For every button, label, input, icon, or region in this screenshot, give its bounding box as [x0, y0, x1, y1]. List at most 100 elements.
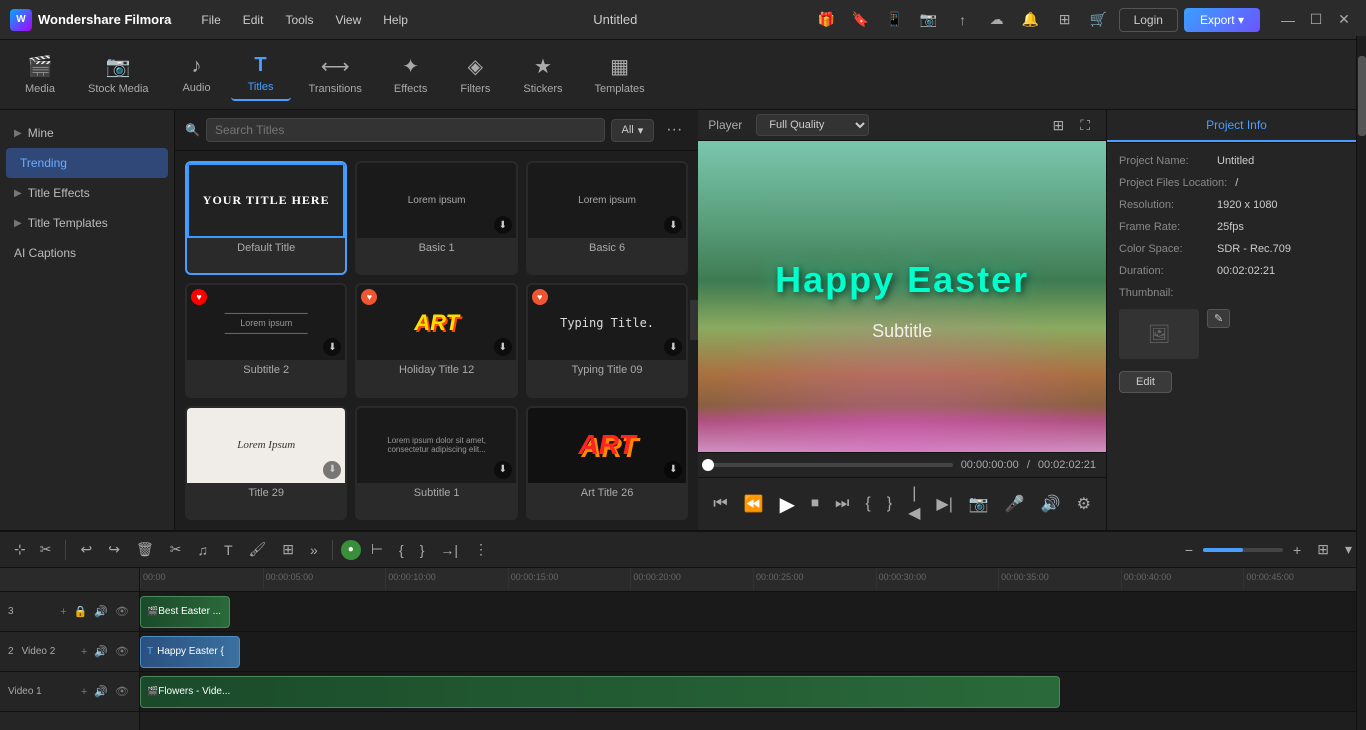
track-1-add-button[interactable]: +: [79, 683, 89, 700]
sidebar-item-mine[interactable]: ▶ Mine: [0, 118, 174, 148]
title-card-subtitle-2[interactable]: ♥ ─────────────Lorem ipsum───────────── …: [185, 283, 347, 397]
camera-icon[interactable]: 📷: [915, 6, 943, 34]
more-options-button[interactable]: ···: [660, 119, 688, 141]
forward-frame-button[interactable]: →|: [434, 539, 464, 561]
thumbnail-edit-button[interactable]: ✎: [1207, 309, 1230, 328]
track-3-hide-button[interactable]: 👁: [113, 603, 131, 620]
group-button[interactable]: ⊞: [276, 538, 300, 561]
undo-button[interactable]: ↩: [74, 538, 98, 561]
title-card-subtitle-1[interactable]: Lorem ipsum dolor sit amet,consectetur a…: [355, 406, 517, 520]
snap-button[interactable]: ⊢: [365, 538, 389, 561]
mark-in-button[interactable]: {: [860, 492, 875, 516]
title-card-art-title-26[interactable]: ART ⬇ Art Title 26: [526, 406, 688, 520]
cloud-icon[interactable]: ☁: [983, 6, 1011, 34]
track-1-hide-button[interactable]: 👁: [113, 683, 131, 700]
full-view-button[interactable]: ⛶: [1074, 115, 1096, 136]
detach-audio-button[interactable]: ♫: [191, 539, 214, 561]
split-button[interactable]: ⋮: [468, 538, 494, 561]
play-button[interactable]: ▶: [775, 489, 800, 520]
paint-button[interactable]: 🖌: [243, 538, 273, 561]
toolbar-media[interactable]: 🎬 Media: [10, 48, 70, 101]
filter-button[interactable]: All ▾: [611, 119, 655, 142]
maximize-button[interactable]: ☐: [1304, 8, 1328, 32]
voice-button[interactable]: 🎤: [1000, 491, 1030, 517]
snapshot-button[interactable]: 📷: [964, 491, 994, 517]
toolbar-audio[interactable]: ♪ Audio: [167, 49, 227, 100]
tab-project-info[interactable]: Project Info: [1107, 110, 1366, 142]
share-icon[interactable]: ↑: [949, 6, 977, 34]
menu-view[interactable]: View: [325, 9, 371, 31]
mark-out-button[interactable]: }: [882, 492, 897, 516]
phone-icon[interactable]: 📱: [881, 6, 909, 34]
menu-tools[interactable]: Tools: [275, 9, 323, 31]
layout-icon[interactable]: ⊞: [1051, 6, 1079, 34]
zoom-in-button[interactable]: +: [1287, 539, 1307, 561]
toolbar-stickers[interactable]: ★ Stickers: [509, 48, 576, 101]
layout-toggle-button[interactable]: ⊞: [1311, 538, 1335, 561]
login-button[interactable]: Login: [1119, 8, 1178, 32]
menu-edit[interactable]: Edit: [233, 9, 274, 31]
zoom-out-button[interactable]: −: [1179, 539, 1199, 561]
more-tools-button[interactable]: »: [304, 539, 324, 561]
title-card-basic-6[interactable]: Lorem ipsum ⬇ Basic 6: [526, 161, 688, 275]
track-2-add-button[interactable]: +: [79, 643, 89, 660]
stop-button[interactable]: ⏹: [806, 492, 824, 516]
panel-collapse-button[interactable]: ‹: [690, 300, 698, 340]
text-tool-button[interactable]: T: [218, 539, 239, 561]
notification-icon[interactable]: 🔔: [1017, 6, 1045, 34]
record-button[interactable]: ●: [341, 540, 361, 560]
search-input[interactable]: [206, 118, 605, 142]
sidebar-item-ai-captions[interactable]: AI Captions: [0, 238, 174, 268]
clip-flowers-video[interactable]: 🎬 Flowers - Vide...: [140, 676, 1060, 708]
project-edit-button[interactable]: Edit: [1119, 371, 1172, 393]
select-tool-button[interactable]: ⊹: [8, 538, 32, 561]
gift-icon[interactable]: 🎁: [813, 6, 841, 34]
export-button[interactable]: Export ▾: [1184, 8, 1260, 32]
minimize-button[interactable]: —: [1276, 8, 1300, 32]
sidebar-item-trending[interactable]: Trending: [6, 148, 168, 178]
clip-best-easter[interactable]: 🎬 Best Easter ...: [140, 596, 230, 628]
close-button[interactable]: ✕: [1332, 8, 1356, 32]
quality-select[interactable]: Full Quality Half Quality Quarter Qualit…: [756, 114, 869, 136]
title-card-typing-title-09[interactable]: ♥ Typing Title. ⬇ Typing Title 09: [526, 283, 688, 397]
zoom-slider[interactable]: [1203, 548, 1283, 552]
delete-button[interactable]: 🗑: [130, 538, 160, 561]
store-icon[interactable]: 🛒: [1085, 6, 1113, 34]
title-card-default-title[interactable]: YOUR TITLE HERE Default Title: [185, 161, 347, 275]
title-card-basic-1[interactable]: Lorem ipsum ⬇ Basic 1: [355, 161, 517, 275]
toolbar-titles[interactable]: T Titles: [231, 48, 291, 101]
toolbar-templates[interactable]: ▦ Templates: [580, 48, 658, 101]
mark-out-tl-button[interactable]: }: [414, 539, 431, 561]
redo-button[interactable]: ↪: [102, 538, 126, 561]
go-to-start-button[interactable]: ⏮: [708, 492, 732, 516]
sidebar-item-title-effects[interactable]: ▶ Title Effects: [0, 178, 174, 208]
track-3-mute-button[interactable]: 🔊: [92, 603, 110, 620]
settings-button[interactable]: ⚙: [1072, 491, 1096, 517]
toolbar-effects[interactable]: ✦ Effects: [380, 48, 441, 101]
step-back-button[interactable]: ⏪: [739, 491, 769, 517]
go-to-end-button[interactable]: ⏭: [830, 492, 854, 516]
track-2-mute-button[interactable]: 🔊: [92, 643, 110, 660]
clip-end-button[interactable]: ▶|: [931, 491, 957, 517]
volume-button[interactable]: 🔊: [1036, 491, 1066, 517]
menu-help[interactable]: Help: [373, 9, 418, 31]
title-card-title-29[interactable]: Lorem Ipsum ⬇ Title 29: [185, 406, 347, 520]
title-card-holiday-title-12[interactable]: ♥ ART ⬇ Holiday Title 12: [355, 283, 517, 397]
seek-bar[interactable]: [708, 463, 952, 467]
clip-happy-easter[interactable]: T Happy Easter {: [140, 636, 240, 668]
bookmark-icon[interactable]: 🔖: [847, 6, 875, 34]
track-2-hide-button[interactable]: 👁: [113, 643, 131, 660]
toolbar-filters[interactable]: ◈ Filters: [445, 48, 505, 101]
sidebar-item-title-templates[interactable]: ▶ Title Templates: [0, 208, 174, 238]
track-3-lock-icon[interactable]: 🔒: [72, 603, 90, 620]
track-1-mute-button[interactable]: 🔊: [92, 683, 110, 700]
menu-file[interactable]: File: [191, 9, 230, 31]
toolbar-stock-media[interactable]: 📷 Stock Media: [74, 48, 163, 101]
grid-view-button[interactable]: ⊞: [1046, 115, 1070, 136]
cut-button[interactable]: ✂: [164, 538, 188, 561]
mark-in-tl-button[interactable]: {: [393, 539, 410, 561]
clip-start-button[interactable]: |◀: [903, 482, 925, 526]
ripple-tool-button[interactable]: ✂: [34, 538, 58, 561]
track-3-add-button[interactable]: +: [58, 603, 68, 620]
toolbar-transitions[interactable]: ⟷ Transitions: [295, 48, 376, 101]
